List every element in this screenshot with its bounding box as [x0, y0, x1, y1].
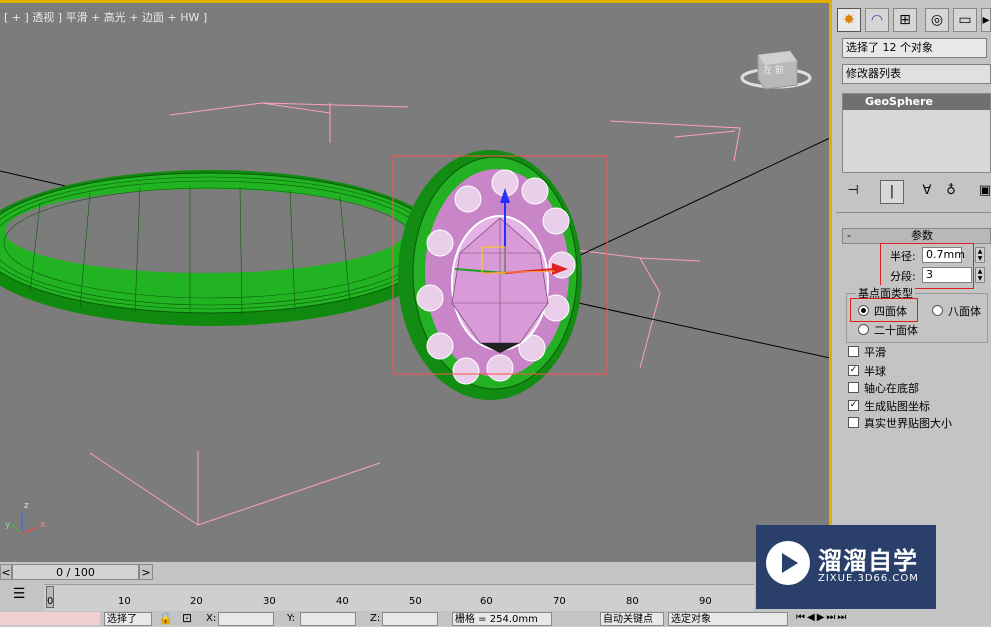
selection-info-field[interactable]: 选择了 12 个对象 — [842, 38, 987, 58]
radio-octa[interactable] — [932, 305, 943, 316]
set-key-filter-dropdown[interactable]: 选定对象 — [668, 612, 788, 626]
checkbox-smooth-label[interactable]: 平滑 — [864, 344, 886, 360]
checkbox-real-world-map-label[interactable]: 真实世界贴图大小 — [864, 415, 952, 431]
checkbox-real-world-map[interactable] — [848, 417, 859, 428]
command-panel-tabs: ✸ ◠ ⊞ ◎ ▭ ▸ — [832, 6, 991, 34]
selection-status: 选择了 — [104, 612, 152, 626]
z-label: Z: — [370, 613, 381, 624]
segments-spinner[interactable]: ▲ ▼ — [975, 267, 985, 283]
tick-label: 90 — [699, 596, 712, 607]
checkbox-base-to-pivot[interactable] — [848, 382, 859, 393]
playback-controls[interactable]: ⏮◀▶⏭⏭ — [796, 612, 848, 623]
display-icon[interactable]: ▭ — [953, 8, 977, 32]
create-icon[interactable]: ✸ — [837, 8, 861, 32]
radio-octa-label[interactable]: 八面体 — [948, 303, 981, 319]
axis-y-label: y — [5, 520, 11, 530]
time-prev-button[interactable]: < — [0, 564, 12, 580]
params-rollout-header[interactable]: - 参数 — [842, 228, 991, 244]
watermark-title: 溜溜自学 — [818, 547, 918, 575]
tick-label: 60 — [480, 596, 493, 607]
play-logo-icon — [766, 541, 810, 585]
z-coordinate-field[interactable] — [382, 612, 438, 626]
perspective-viewport[interactable]: [ + ] 透视 ] 平滑 + 高光 + 边面 + HW ] 左 前 z x y — [0, 0, 832, 562]
tick-label: 70 — [553, 596, 566, 607]
y-coordinate-field[interactable] — [300, 612, 356, 626]
scene-canvas — [0, 50, 829, 534]
highlight-radius-segments — [880, 243, 974, 289]
checkbox-gen-mapping-label[interactable]: 生成贴图坐标 — [864, 398, 930, 414]
center-gem — [451, 215, 549, 353]
rollout-title: 参数 — [911, 229, 933, 242]
grid-size-display: 栅格 = 254.0mm — [452, 612, 552, 626]
tick-label: 0 — [47, 596, 54, 607]
modifier-stack-item[interactable]: GeoSphere — [843, 94, 990, 110]
axis-tripod — [11, 513, 39, 534]
lock-icon[interactable]: 🔒 — [158, 611, 173, 625]
modifier-stack[interactable]: GeoSphere — [842, 93, 991, 173]
pin-stack-icon[interactable]: ⊣ — [842, 180, 864, 202]
highlight-tetra — [850, 298, 918, 322]
tick-label: 40 — [336, 596, 349, 607]
timeline-config-icon[interactable]: ☰ — [8, 586, 30, 606]
modify-icon[interactable]: ◠ — [865, 8, 889, 32]
axis-x-label: x — [40, 520, 46, 530]
axis-z-label: z — [24, 501, 29, 511]
ring-band — [0, 170, 450, 326]
configure-modifier-sets-icon[interactable]: ▣ — [974, 180, 991, 202]
x-coordinate-field[interactable] — [218, 612, 274, 626]
watermark-overlay: 溜溜自学 ZIXUE.3D66.COM — [756, 525, 936, 609]
divider — [836, 212, 991, 213]
timeline-track[interactable]: 0 10 20 30 40 50 60 70 80 90 — [44, 584, 754, 611]
command-panel: ✸ ◠ ⊞ ◎ ▭ ▸ 选择了 12 个对象 修改器列表 GeoSphere ⊣… — [832, 0, 991, 562]
y-label: Y: — [287, 613, 296, 624]
make-unique-icon[interactable]: ∀ — [916, 180, 938, 202]
tick-label: 80 — [626, 596, 639, 607]
x-label: X: — [206, 613, 217, 624]
radio-icosa-label[interactable]: 二十面体 — [874, 322, 918, 338]
utilities-icon[interactable]: ▸ — [981, 8, 991, 32]
tick-label: 50 — [409, 596, 422, 607]
show-end-result-icon[interactable]: | — [880, 180, 904, 204]
checkbox-smooth[interactable] — [848, 346, 859, 357]
watermark-subtitle: ZIXUE.3D66.COM — [818, 573, 919, 584]
modifier-list-dropdown[interactable]: 修改器列表 — [842, 64, 991, 84]
hierarchy-icon[interactable]: ⊞ — [893, 8, 917, 32]
tick-label: 20 — [190, 596, 203, 607]
tick-label: 30 — [263, 596, 276, 607]
rollout-collapse-toggle[interactable]: - — [847, 229, 851, 243]
transform-mode-icon[interactable]: ⊡ — [182, 611, 192, 625]
radio-icosa[interactable] — [858, 324, 869, 335]
maxscript-listener[interactable] — [0, 612, 100, 625]
motion-icon[interactable]: ◎ — [925, 8, 949, 32]
time-slider[interactable]: 0 / 100 — [12, 564, 139, 580]
tick-label: 10 — [118, 596, 131, 607]
time-next-button[interactable]: > — [139, 564, 153, 580]
checkbox-hemisphere[interactable]: ✓ — [848, 365, 859, 376]
checkbox-hemisphere-label[interactable]: 半球 — [864, 363, 886, 379]
viewcube-label: 左 前 — [763, 66, 784, 76]
radius-spinner[interactable]: ▲ ▼ — [975, 247, 985, 263]
auto-key-button[interactable]: 自动关键点 — [600, 612, 664, 626]
remove-modifier-icon[interactable]: ♁ — [940, 180, 962, 202]
viewport-label[interactable]: [ + ] 透视 ] 平滑 + 高光 + 边面 + HW ] — [4, 9, 207, 25]
checkbox-gen-mapping[interactable]: ✓ — [848, 400, 859, 411]
checkbox-base-to-pivot-label[interactable]: 轴心在底部 — [864, 380, 919, 396]
